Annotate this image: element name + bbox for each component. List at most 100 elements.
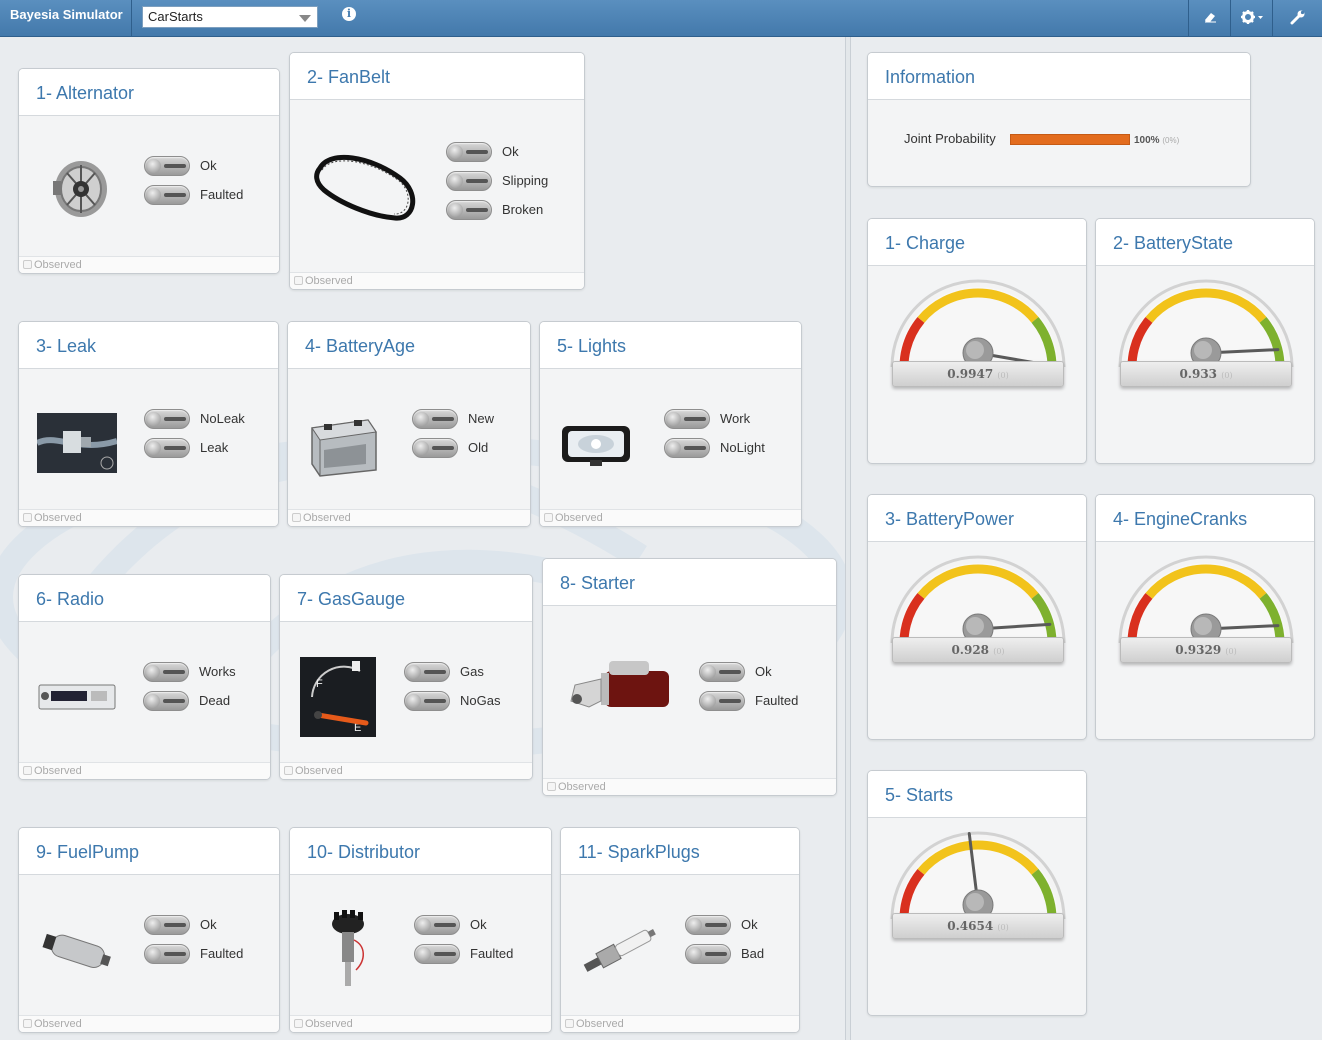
state-list: Ok Faulted [144,910,243,968]
observed-checkbox[interactable]: Observed [561,1015,799,1032]
state-label: Faulted [200,946,244,961]
node-title: 8- Starter [543,559,836,606]
state-new[interactable]: New [412,404,494,433]
observed-checkbox[interactable]: Observed [543,778,836,795]
state-toggle[interactable] [144,437,190,458]
observed-label: Observed [576,1018,624,1030]
state-label: Gas [460,664,484,679]
state-bad[interactable]: Bad [685,939,764,968]
state-faulted[interactable]: Faulted [144,180,243,209]
node-title: 6- Radio [19,575,270,622]
state-toggle[interactable] [446,170,492,191]
state-ok[interactable]: Ok [414,910,513,939]
checkbox-icon [294,276,303,285]
state-toggle[interactable] [685,914,731,935]
node-title: 7- GasGauge [280,575,532,622]
observed-checkbox[interactable]: Observed [540,509,801,526]
observed-checkbox[interactable]: Observed [19,1015,279,1032]
state-toggle[interactable] [412,437,458,458]
target-title: 2- BatteryState [1096,219,1314,266]
checkbox-icon [292,513,301,522]
observed-checkbox[interactable]: Observed [19,509,278,526]
checkbox-icon [294,1019,303,1028]
info-icon[interactable]: i [342,7,356,21]
state-toggle[interactable] [143,690,189,711]
state-ok[interactable]: Ok [685,910,764,939]
state-label: Ok [470,917,487,932]
state-list: NoLeak Leak [144,404,245,462]
state-work[interactable]: Work [664,404,765,433]
state-toggle[interactable] [699,690,745,711]
state-toggle[interactable] [144,943,190,964]
information-title: Information [868,53,1250,100]
state-label: Slipping [502,173,549,188]
state-ok[interactable]: Ok [144,151,243,180]
checkbox-icon [547,782,556,791]
network-select-value: CarStarts [148,9,203,24]
state-toggle[interactable] [404,661,450,682]
node-title: 1- Alternator [19,69,279,116]
state-label: Ok [755,664,772,679]
state-toggle[interactable] [664,408,710,429]
checkbox-icon [544,513,553,522]
observed-label: Observed [295,765,343,777]
state-leak[interactable]: Leak [144,433,245,462]
observed-label: Observed [305,1018,353,1030]
observed-checkbox[interactable]: Observed [290,1015,551,1032]
state-dead[interactable]: Dead [143,686,236,715]
node-panel-leak: 3- Leak NoLeak Leak Observed [18,321,279,527]
observed-checkbox[interactable]: Observed [288,509,530,526]
state-ok[interactable]: Ok [446,137,548,166]
state-works[interactable]: Works [143,657,236,686]
state-faulted[interactable]: Faulted [144,939,243,968]
gear-icon[interactable] [1230,0,1272,37]
state-gas[interactable]: Gas [404,657,500,686]
state-ok[interactable]: Ok [144,910,243,939]
observed-checkbox[interactable]: Observed [19,256,279,273]
pane-divider[interactable] [845,37,851,1040]
state-faulted[interactable]: Faulted [414,939,513,968]
state-toggle[interactable] [412,408,458,429]
state-toggle[interactable] [404,690,450,711]
node-panel-gasgauge: 7- GasGauge F E Gas NoGas Observed [279,574,533,780]
state-old[interactable]: Old [412,433,494,462]
state-toggle[interactable] [144,155,190,176]
state-nolight[interactable]: NoLight [664,433,765,462]
state-toggle[interactable] [699,661,745,682]
state-toggle[interactable] [414,943,460,964]
node-panel-radio: 6- Radio Works Dead Observed [18,574,271,780]
wrench-icon[interactable] [1272,0,1322,37]
observed-checkbox[interactable]: Observed [290,272,584,289]
state-noleak[interactable]: NoLeak [144,404,245,433]
node-panel-fuelpump: 9- FuelPump Ok Faulted Observed [18,827,280,1033]
state-list: New Old [412,404,494,462]
state-toggle[interactable] [446,199,492,220]
state-toggle[interactable] [144,184,190,205]
joint-probability-label: Joint Probability [904,131,996,146]
state-toggle[interactable] [143,661,189,682]
state-broken[interactable]: Broken [446,195,548,224]
state-label: Works [199,664,236,679]
state-list: Work NoLight [664,404,765,462]
state-toggle[interactable] [664,437,710,458]
state-label: Dead [199,693,231,708]
distributor-image [326,910,370,995]
observed-label: Observed [555,512,603,524]
state-label: Ok [502,144,519,159]
network-select[interactable]: CarStarts [142,6,318,28]
state-toggle[interactable] [144,408,190,429]
observed-label: Observed [305,275,353,287]
state-toggle[interactable] [414,914,460,935]
state-toggle[interactable] [446,141,492,162]
state-toggle[interactable] [685,943,731,964]
state-ok[interactable]: Ok [699,657,798,686]
state-faulted[interactable]: Faulted [699,686,798,715]
state-toggle[interactable] [144,914,190,935]
state-nogas[interactable]: NoGas [404,686,500,715]
eraser-icon[interactable] [1188,0,1230,37]
observed-checkbox[interactable]: Observed [280,762,532,779]
observed-checkbox[interactable]: Observed [19,762,270,779]
joint-probability-bar [1010,134,1130,145]
target-panel-charge: 1- Charge 01 0.9947 (0) [867,218,1087,464]
state-slipping[interactable]: Slipping [446,166,548,195]
